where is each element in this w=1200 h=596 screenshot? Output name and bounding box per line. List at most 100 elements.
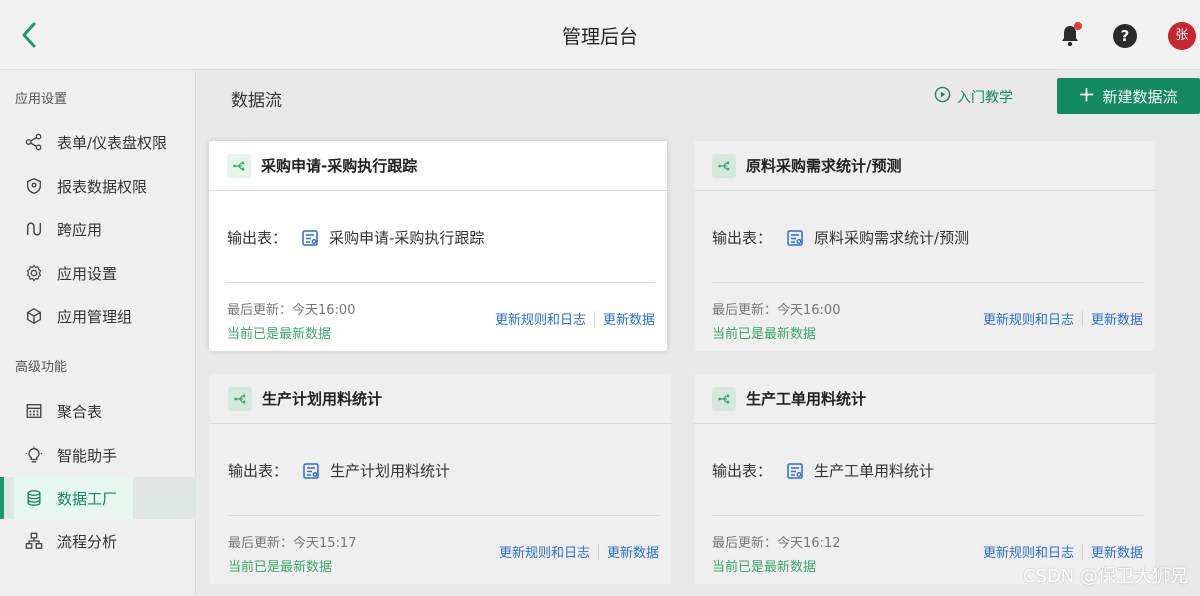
card-header: 原料采购需求统计/预测 — [694, 141, 1155, 191]
database-icon — [24, 488, 44, 508]
output-label: 输出表： — [227, 229, 288, 247]
org-chart-icon — [24, 531, 44, 551]
output-table-row: 输出表： 采购申请-采购执行跟踪 — [227, 227, 484, 248]
card-actions: 更新规则和日志 更新数据 — [983, 542, 1143, 561]
sidebar-item-aggregate-table[interactable]: 聚合表 — [0, 391, 196, 431]
divider — [228, 515, 659, 516]
divider — [227, 282, 655, 283]
tutorial-link[interactable]: 入门教学 — [934, 86, 1013, 107]
divider — [712, 515, 1143, 516]
sidebar-item-smart-assistant[interactable]: 智能助手 — [0, 435, 196, 475]
grid-table-icon — [24, 401, 44, 421]
status-text: 当前已是最新数据 — [712, 560, 817, 575]
play-circle-icon — [934, 86, 951, 107]
sidebar-section-title-app-settings: 应用设置 — [15, 92, 68, 107]
notification-bell-icon[interactable] — [1057, 22, 1083, 48]
divider — [1081, 310, 1083, 327]
update-data-link[interactable]: 更新数据 — [603, 309, 655, 328]
help-icon[interactable]: ? — [1113, 24, 1137, 48]
rules-log-link[interactable]: 更新规则和日志 — [495, 309, 586, 328]
sidebar-item-label: 报表数据权限 — [57, 177, 148, 196]
shield-icon — [24, 176, 44, 196]
card-actions: 更新规则和日志 更新数据 — [499, 542, 659, 561]
output-table-name[interactable]: 生产工单用料统计 — [814, 460, 934, 481]
avatar[interactable]: 张 — [1168, 22, 1196, 50]
form-table-icon — [786, 462, 804, 480]
card-actions: 更新规则和日志 更新数据 — [495, 309, 655, 328]
dataflow-card[interactable]: 生产计划用料统计 输出表： 生产计划用料统计 最后更新：今天15:17 当前已是… — [210, 374, 671, 584]
update-data-link[interactable]: 更新数据 — [1091, 309, 1143, 328]
lightbulb-icon — [24, 445, 44, 465]
form-table-icon — [301, 229, 319, 247]
divider — [1081, 543, 1083, 560]
rules-log-link[interactable]: 更新规则和日志 — [983, 542, 1074, 561]
sidebar-item-label: 流程分析 — [57, 532, 118, 551]
watermark: CSDN @保卫大狮兄 — [1022, 566, 1188, 587]
output-label: 输出表： — [712, 462, 773, 480]
dataflow-icon — [712, 153, 736, 178]
output-table-name[interactable]: 生产计划用料统计 — [330, 460, 450, 481]
form-table-icon — [786, 229, 804, 247]
dataflow-icon — [228, 386, 252, 411]
new-dataflow-button[interactable]: 新建数据流 — [1057, 78, 1200, 114]
sidebar-item-app-admin-group[interactable]: 应用管理组 — [0, 296, 196, 336]
new-dataflow-label: 新建数据流 — [1102, 87, 1178, 106]
sidebar-item-process-analysis[interactable]: 流程分析 — [0, 521, 196, 561]
sidebar-item-label: 应用管理组 — [57, 307, 133, 326]
status-text: 当前已是最新数据 — [227, 327, 332, 342]
output-label: 输出表： — [228, 462, 289, 480]
section-title: 数据流 — [231, 91, 282, 111]
output-table-name[interactable]: 采购申请-采购执行跟踪 — [329, 227, 484, 248]
sidebar-section-title-advanced: 高级功能 — [15, 360, 68, 375]
status-text: 当前已是最新数据 — [228, 560, 333, 575]
share-nodes-icon — [24, 132, 44, 152]
sidebar-item-app-settings[interactable]: 应用设置 — [0, 253, 196, 293]
dataflow-card[interactable]: 原料采购需求统计/预测 输出表： 原料采购需求统计/预测 最后更新：今天16:0… — [694, 141, 1155, 351]
last-updated: 最后更新：今天16:00 — [712, 303, 841, 318]
output-table-row: 输出表： 生产工单用料统计 — [712, 460, 934, 481]
gear-icon — [24, 263, 44, 283]
last-updated: 最后更新：今天15:17 — [228, 536, 357, 551]
sidebar-item-label: 数据工厂 — [57, 489, 118, 508]
dataflow-card[interactable]: 采购申请-采购执行跟踪 输出表： 采购申请-采购执行跟踪 最后更新：今天16:0… — [209, 141, 667, 351]
dataflow-card[interactable]: 生产工单用料统计 输出表： 生产工单用料统计 最后更新：今天16:12 当前已是… — [694, 374, 1155, 584]
tutorial-label: 入门教学 — [957, 89, 1013, 106]
card-actions: 更新规则和日志 更新数据 — [983, 309, 1143, 328]
status-text: 当前已是最新数据 — [712, 327, 817, 342]
card-title: 采购申请-采购执行跟踪 — [261, 157, 418, 175]
rules-log-link[interactable]: 更新规则和日志 — [983, 309, 1074, 328]
dataflow-icon — [712, 386, 736, 411]
update-data-link[interactable]: 更新数据 — [607, 542, 659, 561]
sidebar: 应用设置 表单/仪表盘权限 报表数据权限 跨应用 应用设置 应用管理组 高级功能 — [0, 71, 196, 596]
top-header: 管理后台 ? 张 — [0, 0, 1200, 70]
card-header: 采购申请-采购执行跟踪 — [209, 141, 667, 191]
output-label: 输出表： — [712, 229, 773, 247]
plus-icon — [1079, 87, 1094, 106]
card-title: 生产工单用料统计 — [746, 390, 867, 408]
update-data-link[interactable]: 更新数据 — [1091, 542, 1143, 561]
sidebar-item-label: 智能助手 — [57, 446, 118, 465]
sidebar-item-cross-app[interactable]: 跨应用 — [0, 209, 196, 249]
dataflow-icon — [227, 153, 251, 178]
last-updated: 最后更新：今天16:12 — [712, 536, 841, 551]
divider — [712, 282, 1143, 283]
output-table-name[interactable]: 原料采购需求统计/预测 — [814, 227, 969, 248]
output-table-row: 输出表： 生产计划用料统计 — [228, 460, 450, 481]
active-indicator — [0, 477, 4, 519]
sidebar-item-label: 聚合表 — [57, 402, 103, 421]
last-updated: 最后更新：今天16:00 — [227, 303, 356, 318]
sidebar-item-report-data-permissions[interactable]: 报表数据权限 — [0, 166, 196, 206]
sidebar-item-data-factory[interactable]: 数据工厂 — [0, 477, 196, 519]
output-table-row: 输出表： 原料采购需求统计/预测 — [712, 227, 969, 248]
link-curve-icon — [24, 219, 44, 239]
form-table-icon — [302, 462, 320, 480]
page-title: 管理后台 — [561, 26, 638, 48]
divider — [597, 543, 599, 560]
rules-log-link[interactable]: 更新规则和日志 — [499, 542, 590, 561]
sidebar-item-form-dashboard-permissions[interactable]: 表单/仪表盘权限 — [0, 122, 196, 162]
card-title: 生产计划用料统计 — [262, 390, 383, 408]
card-header: 生产计划用料统计 — [210, 374, 671, 424]
card-header: 生产工单用料统计 — [694, 374, 1155, 424]
card-title: 原料采购需求统计/预测 — [746, 157, 902, 175]
notification-dot — [1074, 22, 1082, 30]
